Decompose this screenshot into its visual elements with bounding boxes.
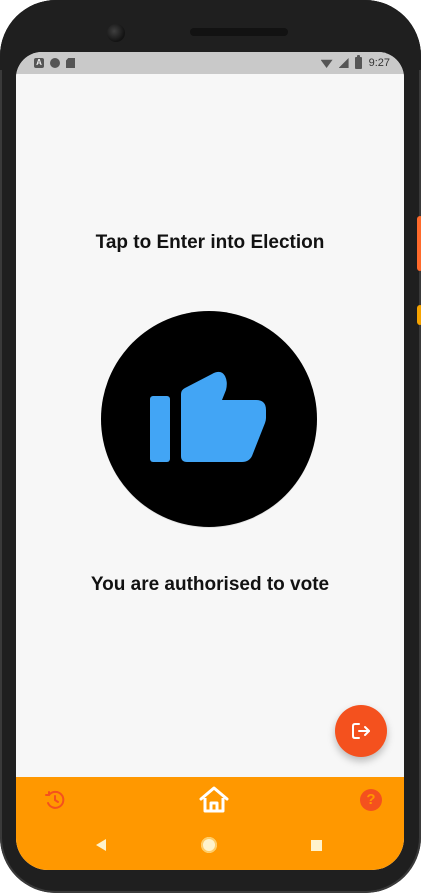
wifi-icon [320,59,333,68]
authorization-message: You are authorised to vote [90,574,330,595]
signal-icon [338,58,349,68]
status-time: 9:27 [368,57,390,69]
phone-screen: A 9:27 Tap to Enter into Election You ar… [16,52,404,870]
android-system-nav [16,829,404,861]
side-accent-orange [417,216,421,271]
battery-icon [354,55,362,69]
status-right-icons: 9:27 [320,52,390,74]
election-title: Tap to Enter into Election [95,232,325,253]
help-nav-button[interactable]: ? [360,789,382,811]
bottom-navigation: ? [16,777,404,870]
main-content: Tap to Enter into Election You are autho… [16,74,404,777]
home-icon [199,786,229,813]
logout-icon [352,723,370,739]
help-icon: ? [366,791,376,808]
authorize-thumb-button[interactable] [101,311,317,527]
side-accent-amber [417,305,421,325]
status-left-icons: A [34,52,75,74]
back-icon[interactable] [96,839,106,851]
thumbs-up-icon [150,371,266,462]
status-bar: A 9:27 [16,52,404,74]
circle-status-icon [50,58,60,68]
notification-a-icon: A [34,58,44,68]
sd-card-icon [66,58,75,68]
earpiece-speaker [190,28,288,36]
history-icon [45,790,65,809]
history-nav-button[interactable] [44,789,66,811]
recent-apps-icon[interactable] [311,840,322,851]
home-circle-icon[interactable] [201,837,217,853]
front-camera [107,24,125,42]
home-nav-button[interactable] [197,782,231,816]
logout-fab-button[interactable] [335,705,387,757]
